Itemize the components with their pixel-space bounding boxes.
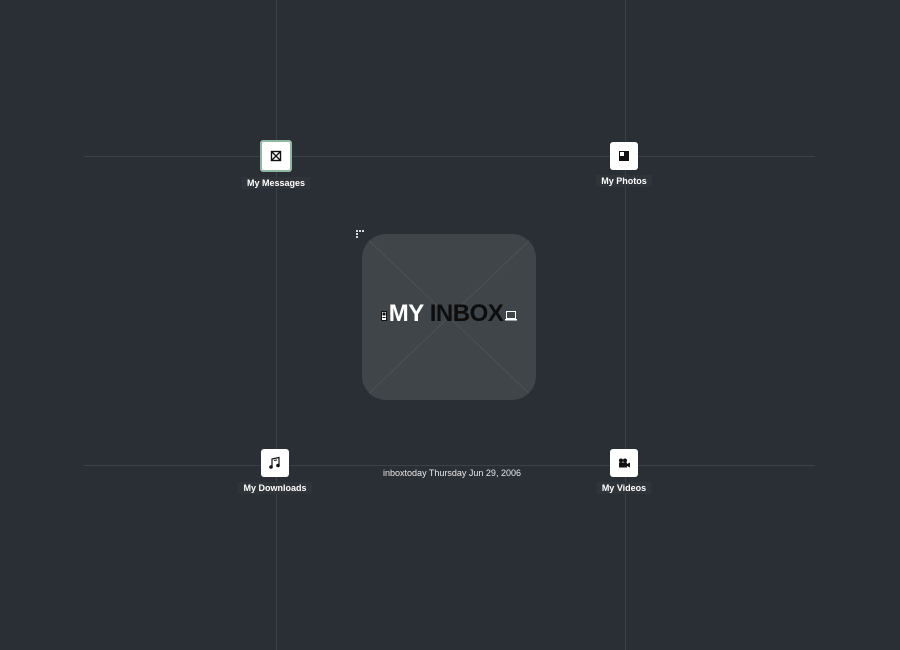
gridline-horizontal-bottom	[84, 465, 815, 466]
photo-icon	[619, 151, 629, 161]
nav-item-messages[interactable]: My Messages	[236, 140, 316, 191]
envelope-icon	[270, 150, 282, 162]
videos-label[interactable]: My Videos	[596, 482, 652, 494]
messages-tile[interactable]	[260, 140, 292, 172]
phone-icon	[380, 300, 387, 328]
gridline-vertical-left	[276, 0, 277, 650]
date-line: inboxtoday Thursday Jun 29, 2006	[383, 468, 521, 478]
gridline-vertical-right	[625, 0, 626, 650]
downloads-tile[interactable]	[261, 449, 289, 477]
laptop-icon	[505, 300, 518, 328]
title-my: MY	[388, 300, 425, 327]
videos-tile[interactable]	[610, 449, 638, 477]
inbox-title[interactable]: MY INBOX	[362, 300, 536, 328]
nav-item-downloads[interactable]: My Downloads	[235, 449, 315, 496]
downloads-label[interactable]: My Downloads	[238, 482, 312, 494]
music-note-icon	[269, 456, 280, 469]
gridline-horizontal-top	[84, 156, 815, 157]
title-inbox: INBOX	[429, 300, 504, 327]
photos-tile[interactable]	[610, 142, 638, 170]
stage: My Messages My Photos My Downloads My Vi…	[0, 0, 900, 650]
nav-item-photos[interactable]: My Photos	[584, 142, 664, 189]
photos-label[interactable]: My Photos	[596, 175, 652, 187]
video-camera-icon	[619, 458, 630, 468]
inbox-card[interactable]: MY INBOX	[362, 234, 536, 400]
nav-item-videos[interactable]: My Videos	[584, 449, 664, 496]
messages-label[interactable]: My Messages	[241, 177, 311, 189]
